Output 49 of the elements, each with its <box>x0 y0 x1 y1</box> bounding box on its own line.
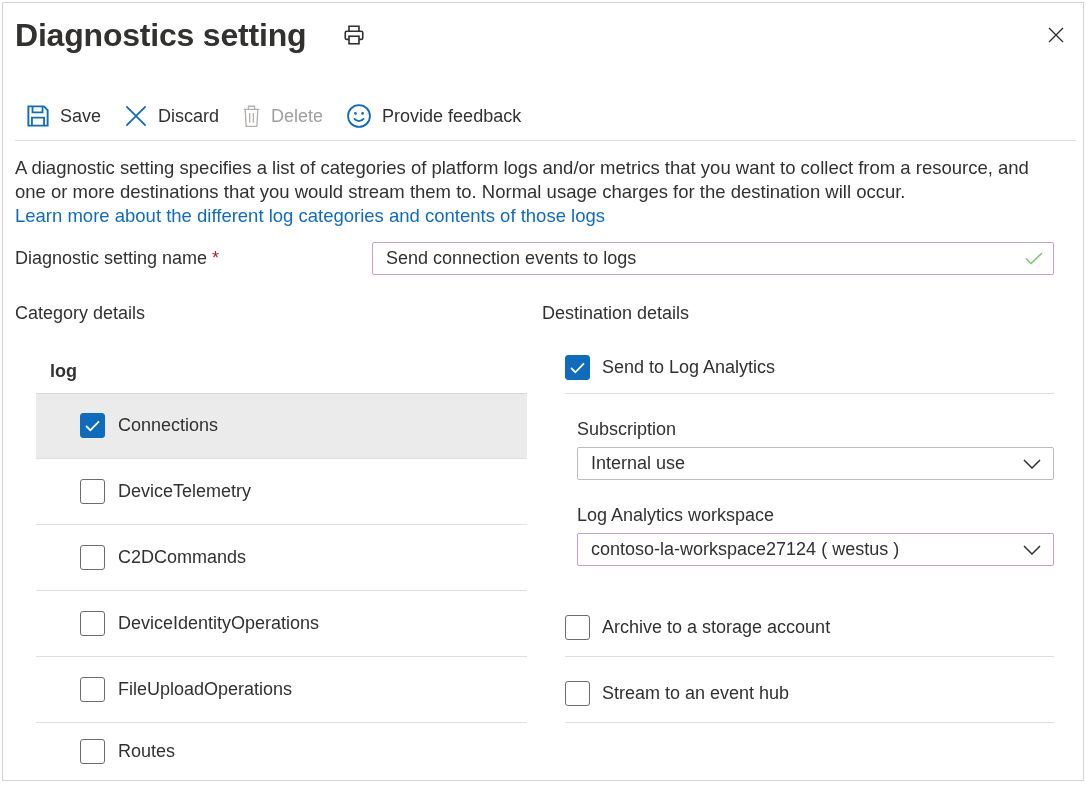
category-row[interactable]: DeviceIdentityOperations <box>36 591 527 657</box>
category-row[interactable]: DeviceTelemetry <box>36 459 527 525</box>
category-label: FileUploadOperations <box>118 679 293 700</box>
checkbox[interactable] <box>80 738 105 764</box>
category-row[interactable]: FileUploadOperations <box>36 657 527 723</box>
discard-button[interactable]: Discard <box>119 98 226 134</box>
checkbox[interactable] <box>80 677 105 702</box>
smiley-icon <box>347 104 372 128</box>
checkbox[interactable] <box>565 681 590 706</box>
section-heading: Destination details <box>542 302 691 325</box>
category-row[interactable]: C2DCommands <box>36 525 527 591</box>
check-icon <box>570 361 585 374</box>
dropdown[interactable]: Internal use <box>577 447 1054 480</box>
field-label: Log Analytics workspace <box>577 504 776 527</box>
group-label: log <box>50 360 77 383</box>
checkbox[interactable] <box>80 479 105 504</box>
check-icon <box>85 419 100 432</box>
dropdown[interactable]: contoso-la-workspace27124 ( westus ) <box>577 533 1054 566</box>
cross-icon <box>125 105 148 127</box>
category-row[interactable]: Connections <box>36 393 527 459</box>
learn-more-link[interactable]: Learn more about the different log categories and contents of those logs <box>15 205 605 226</box>
field-label: Subscription <box>577 418 678 441</box>
trash-icon <box>243 105 261 127</box>
required-asterisk: * <box>212 248 220 268</box>
category-label: DeviceTelemetry <box>118 481 252 502</box>
description-text: A diagnostic setting specifies a list of categories of platform logs and/or metrics that you want to collect from a resource, and one or more destinations that you would stream them to. Normal usage charges for the destination will occur. Learn more about the different log categories and contents of those logs <box>15 156 1030 228</box>
checkbox[interactable] <box>565 615 590 640</box>
category-label: Connections <box>118 415 219 436</box>
category-label: Routes <box>118 740 176 762</box>
feedback-button[interactable]: Provide feedback <box>341 98 528 134</box>
chevron-down-icon <box>1023 458 1041 469</box>
checkbox[interactable] <box>80 413 105 438</box>
checkbox[interactable] <box>80 611 105 636</box>
destination-label: Stream to an event hub <box>602 683 790 704</box>
category-label: C2DCommands <box>118 547 247 568</box>
chevron-down-icon <box>1023 544 1041 555</box>
checkbox[interactable] <box>565 355 590 380</box>
destination-label: Archive to a storage account <box>602 617 831 638</box>
printer-icon[interactable] <box>344 25 365 45</box>
category-label: DeviceIdentityOperations <box>118 613 320 634</box>
input-field[interactable]: Send connection events to logs <box>372 242 1054 275</box>
close-icon[interactable] <box>1048 27 1064 43</box>
category-row[interactable]: Routes <box>36 723 527 779</box>
destination-label: Send to Log Analytics <box>602 357 776 378</box>
section-heading: Category details <box>15 302 147 325</box>
checkbox[interactable] <box>80 545 105 570</box>
save-button[interactable]: Save <box>21 98 108 134</box>
panel-title: Diagnostics setting <box>15 16 307 54</box>
field-label: Diagnostic setting name <box>15 248 208 268</box>
